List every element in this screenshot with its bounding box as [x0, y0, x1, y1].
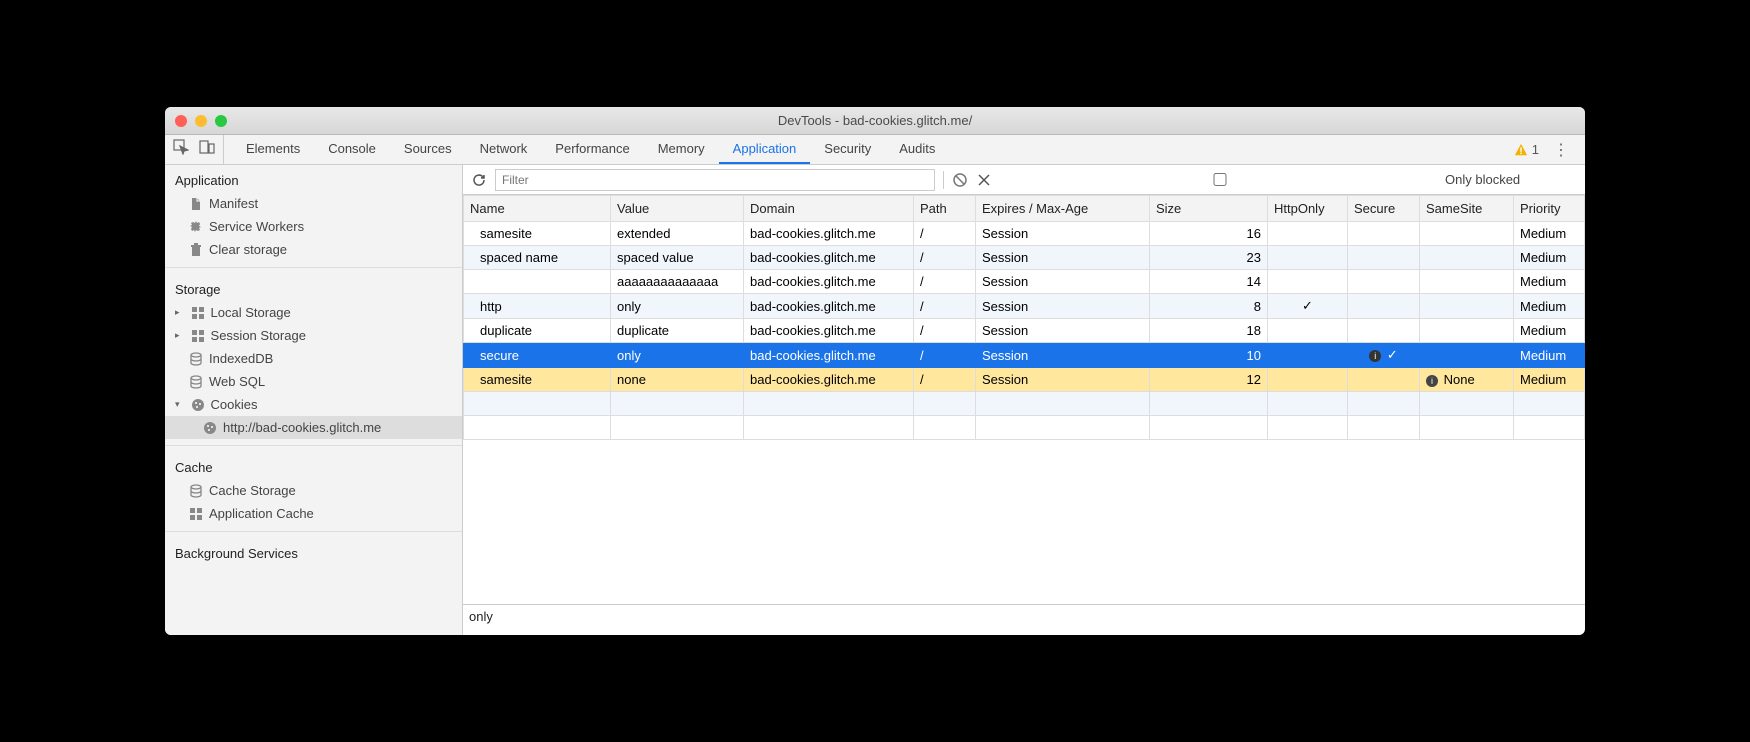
column-header-name[interactable]: Name — [464, 196, 611, 222]
minimize-window-button[interactable] — [195, 115, 207, 127]
sidebar-section-application: Application — [165, 165, 462, 192]
trash-icon — [189, 243, 203, 257]
devtools-window: DevTools - bad-cookies.glitch.me/ Elemen… — [165, 107, 1585, 635]
sidebar-item-manifest[interactable]: Manifest — [165, 192, 462, 215]
column-header-path[interactable]: Path — [914, 196, 976, 222]
gear-icon — [189, 220, 203, 234]
inspect-element-icon[interactable] — [173, 139, 189, 160]
main-panel: Only blocked NameValueDomainPathExpires … — [463, 165, 1585, 635]
device-toolbar-icon[interactable] — [199, 139, 215, 160]
empty-row — [464, 416, 1585, 440]
devtools-tabbar: ElementsConsoleSourcesNetworkPerformance… — [165, 135, 1585, 165]
cookie-row[interactable]: samesiteextendedbad-cookies.glitch.me/Se… — [464, 222, 1585, 246]
cookies-toolbar: Only blocked — [463, 165, 1585, 195]
titlebar: DevTools - bad-cookies.glitch.me/ — [165, 107, 1585, 135]
cookie-row[interactable]: duplicateduplicatebad-cookies.glitch.me/… — [464, 319, 1585, 343]
tab-elements[interactable]: Elements — [232, 135, 314, 164]
column-header-secure[interactable]: Secure — [1348, 196, 1420, 222]
tab-audits[interactable]: Audits — [885, 135, 949, 164]
sidebar-section-storage: Storage — [165, 274, 462, 301]
empty-row — [464, 392, 1585, 416]
sidebar-item-application-cache[interactable]: Application Cache — [165, 502, 462, 525]
column-header-domain[interactable]: Domain — [744, 196, 914, 222]
tab-memory[interactable]: Memory — [644, 135, 719, 164]
warning-count: 1 — [1532, 142, 1539, 157]
cookie-icon — [203, 421, 217, 435]
cookie-row[interactable]: secureonlybad-cookies.glitch.me/Session1… — [464, 343, 1585, 368]
filter-input[interactable] — [495, 169, 935, 191]
column-header-size[interactable]: Size — [1150, 196, 1268, 222]
traffic-lights — [175, 115, 227, 127]
tab-security[interactable]: Security — [810, 135, 885, 164]
cookie-row[interactable]: httponlybad-cookies.glitch.me/Session8✓M… — [464, 294, 1585, 319]
more-menu-icon[interactable]: ⋮ — [1549, 140, 1573, 160]
delete-selected-icon[interactable] — [976, 172, 992, 188]
tab-sources[interactable]: Sources — [390, 135, 466, 164]
sidebar-item-service-workers[interactable]: Service Workers — [165, 215, 462, 238]
column-header-priority[interactable]: Priority — [1514, 196, 1585, 222]
db-icon — [189, 352, 203, 366]
close-window-button[interactable] — [175, 115, 187, 127]
window-title: DevTools - bad-cookies.glitch.me/ — [778, 113, 972, 128]
sidebar-item-web-sql[interactable]: Web SQL — [165, 370, 462, 393]
grid-icon — [191, 306, 205, 320]
sidebar-item-cookie-origin[interactable]: http://bad-cookies.glitch.me — [165, 416, 462, 439]
only-blocked-checkbox[interactable]: Only blocked — [1000, 172, 1520, 187]
tab-performance[interactable]: Performance — [541, 135, 643, 164]
tab-application[interactable]: Application — [719, 135, 811, 164]
sidebar-section-background-services: Background Services — [165, 538, 462, 565]
cookie-detail-value: only — [463, 605, 1585, 635]
column-header-httponly[interactable]: HttpOnly — [1268, 196, 1348, 222]
sidebar-item-session-storage[interactable]: Session Storage — [165, 324, 462, 347]
db-icon — [189, 375, 203, 389]
file-icon — [189, 197, 203, 211]
cookie-row[interactable]: samesitenonebad-cookies.glitch.me/Sessio… — [464, 368, 1585, 392]
application-sidebar: ApplicationManifestService WorkersClear … — [165, 165, 463, 635]
reload-icon[interactable] — [471, 172, 487, 188]
column-header-expires-max-age[interactable]: Expires / Max-Age — [976, 196, 1150, 222]
sidebar-item-clear-storage[interactable]: Clear storage — [165, 238, 462, 261]
cookie-icon — [191, 398, 205, 412]
column-header-value[interactable]: Value — [611, 196, 744, 222]
maximize-window-button[interactable] — [215, 115, 227, 127]
sidebar-item-local-storage[interactable]: Local Storage — [165, 301, 462, 324]
sidebar-item-indexeddb[interactable]: IndexedDB — [165, 347, 462, 370]
cookie-row[interactable]: aaaaaaaaaaaaaabad-cookies.glitch.me/Sess… — [464, 270, 1585, 294]
sidebar-item-cache-storage[interactable]: Cache Storage — [165, 479, 462, 502]
column-header-samesite[interactable]: SameSite — [1420, 196, 1514, 222]
divider — [943, 171, 944, 189]
clear-all-icon[interactable] — [952, 172, 968, 188]
cookie-row[interactable]: spaced namespaced valuebad-cookies.glitc… — [464, 246, 1585, 270]
tab-console[interactable]: Console — [314, 135, 390, 164]
sidebar-section-cache: Cache — [165, 452, 462, 479]
tab-network[interactable]: Network — [466, 135, 542, 164]
cookies-table: NameValueDomainPathExpires / Max-AgeSize… — [463, 195, 1585, 605]
grid-icon — [191, 329, 205, 343]
grid-icon — [189, 507, 203, 521]
sidebar-item-cookies[interactable]: Cookies — [165, 393, 462, 416]
db-icon — [189, 484, 203, 498]
warnings-badge[interactable]: 1 — [1514, 142, 1539, 157]
